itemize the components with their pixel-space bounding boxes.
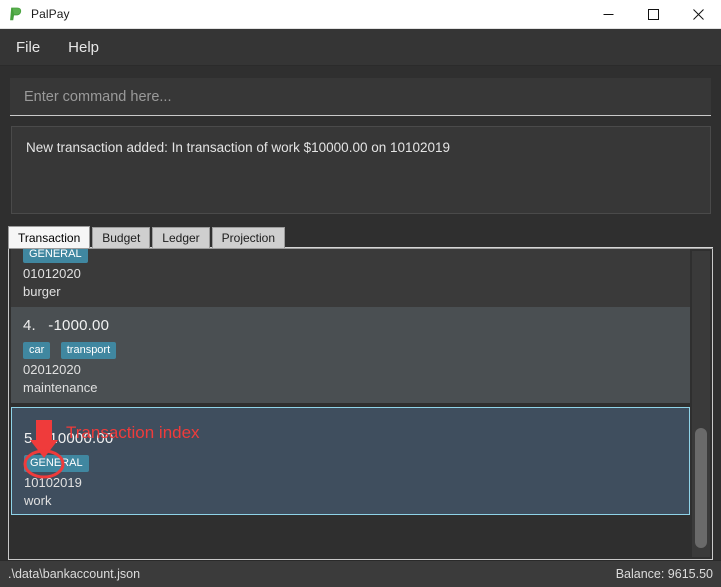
palpay-logo-icon (8, 6, 24, 22)
status-file-path: .\data\bankaccount.json (8, 567, 141, 581)
tab-budget[interactable]: Budget (92, 227, 151, 248)
transaction-header: 4. -1000.00 (23, 317, 678, 334)
close-button[interactable] (676, 0, 721, 28)
tab-projection[interactable]: Projection (211, 227, 286, 248)
transaction-date: 02012020 (23, 362, 81, 377)
transaction-list-panel: 3. -5.00 GENERAL 01012020 burger 4. -100… (8, 249, 713, 560)
maximize-button[interactable] (631, 0, 676, 28)
transaction-description: burger (23, 283, 61, 299)
status-balance: Balance: 9615.50 (615, 567, 713, 581)
transaction-amount: -1000.00 (48, 317, 110, 334)
transaction-date: 10102019 (24, 475, 82, 490)
status-bar: .\data\bankaccount.json Balance: 9615.50 (0, 560, 721, 587)
tab-strip: Transaction Budget Ledger Projection (8, 226, 713, 249)
vertical-scrollbar[interactable] (692, 251, 710, 557)
transaction-description: work (24, 492, 52, 508)
tag-badge[interactable]: GENERAL (23, 249, 88, 263)
table-row[interactable]: 4. -1000.00 car transport 02012020 maint… (11, 307, 690, 403)
transaction-amount: 10000.00 (49, 430, 114, 447)
tab-ledger[interactable]: Ledger (152, 227, 210, 248)
scrollbar-thumb[interactable] (695, 428, 707, 548)
result-message-text: New transaction added: In transaction of… (26, 140, 451, 155)
window-title: PalPay (31, 7, 70, 21)
window-controls (586, 0, 721, 28)
tag-badge[interactable]: transport (60, 342, 117, 359)
transaction-index: 4. (23, 317, 36, 334)
tab-transaction[interactable]: Transaction (8, 226, 91, 248)
result-message-box: New transaction added: In transaction of… (11, 126, 711, 214)
table-row[interactable]: 3. -5.00 GENERAL 01012020 burger (11, 249, 690, 307)
minimize-button[interactable] (586, 0, 631, 28)
menu-bar: File Help (0, 29, 721, 66)
transaction-header: 5. 10000.00 (24, 430, 677, 447)
transaction-list: 3. -5.00 GENERAL 01012020 burger 4. -100… (11, 249, 690, 557)
tag-badge[interactable]: GENERAL (24, 455, 89, 472)
transaction-tags: car transport (23, 340, 678, 359)
transaction-tags: GENERAL (24, 453, 677, 472)
title-bar: PalPay (0, 0, 721, 29)
transaction-description: maintenance (23, 379, 98, 395)
table-row[interactable]: 5. 10000.00 GENERAL 10102019 work (11, 407, 690, 515)
menu-item-help[interactable]: Help (56, 34, 111, 61)
transaction-index: 5. (24, 430, 37, 447)
transaction-tags: GENERAL (23, 249, 678, 263)
command-input[interactable] (10, 78, 711, 116)
command-bar (0, 66, 721, 116)
menu-item-file[interactable]: File (4, 34, 52, 61)
palpay-window: PalPay File Help New transaction added: … (0, 0, 721, 587)
transaction-date: 01012020 (23, 266, 81, 281)
tag-badge[interactable]: car (23, 342, 51, 359)
